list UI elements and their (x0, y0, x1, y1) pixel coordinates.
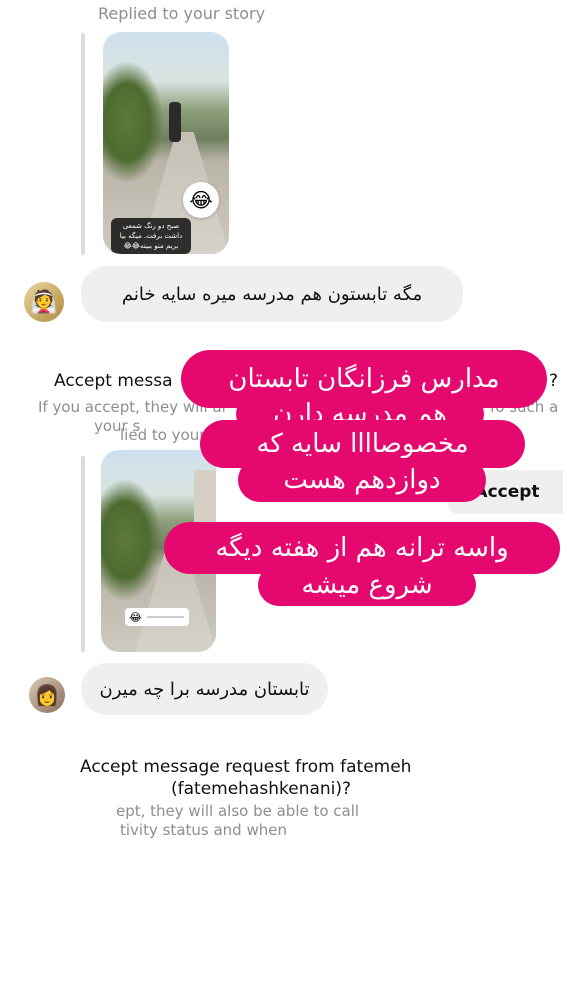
message-bubble[interactable]: مگه تابستون هم مدرسه میره سایه خانم (81, 266, 463, 322)
text-sticker-text: مدارس فرزانگان تابستان (228, 364, 500, 394)
accept-request-subtitle: ept, they will also be able to call (116, 802, 360, 820)
story-reaction-emoji: 😂 (183, 182, 219, 218)
replied-to-story-label: Replied to your story (98, 4, 266, 23)
story-thumbnail[interactable]: 😂 صبح دو رنگ شمعی داشت برفت. میگه بیا بر… (103, 32, 229, 254)
slider-emoji: 😂 (129, 610, 142, 624)
replied-to-story-label: lied to your (120, 426, 206, 444)
text-sticker-line: شروع میشه (258, 564, 476, 606)
accept-request-title: Accept messa (54, 371, 173, 391)
message-bubble[interactable]: تابستان مدرسه برا چه میرن (81, 663, 328, 715)
accept-request-title: Accept message request from fatemeh (80, 757, 412, 777)
story-image-person (169, 102, 181, 142)
text-sticker-text: شروع میشه (301, 570, 433, 600)
message-text: مگه تابستون هم مدرسه میره سایه خانم (121, 283, 423, 305)
accept-request-subtitle-line2: tivity status and when (120, 821, 287, 839)
accept-request-title-end: ? (549, 371, 559, 391)
story-image-trees (103, 62, 163, 182)
slider-track (146, 616, 184, 618)
text-sticker-text: مخصوصاااا سایه که (256, 429, 469, 459)
sender-avatar[interactable]: 👰 (24, 282, 64, 322)
accept-request-username: (fatemehashkenani)? (171, 779, 352, 799)
text-sticker-line: دوازدهم هست (238, 458, 486, 502)
message-text: تابستان مدرسه برا چه میرن (99, 678, 310, 700)
story-caption: صبح دو رنگ شمعی داشت برفت. میگه بیا بریم… (111, 218, 191, 254)
quote-line (81, 456, 85, 652)
avatar-image: 👩 (34, 683, 60, 707)
quote-line (81, 33, 85, 255)
story-image-trees (101, 480, 161, 600)
avatar-image: 👰 (30, 289, 58, 315)
emoji-slider[interactable]: 😂 (125, 608, 189, 626)
text-sticker-text: دوازدهم هست (283, 465, 441, 495)
sender-avatar[interactable]: 👩 (29, 677, 65, 713)
text-sticker-text: واسه ترانه هم از هفته دیگه (215, 533, 509, 563)
